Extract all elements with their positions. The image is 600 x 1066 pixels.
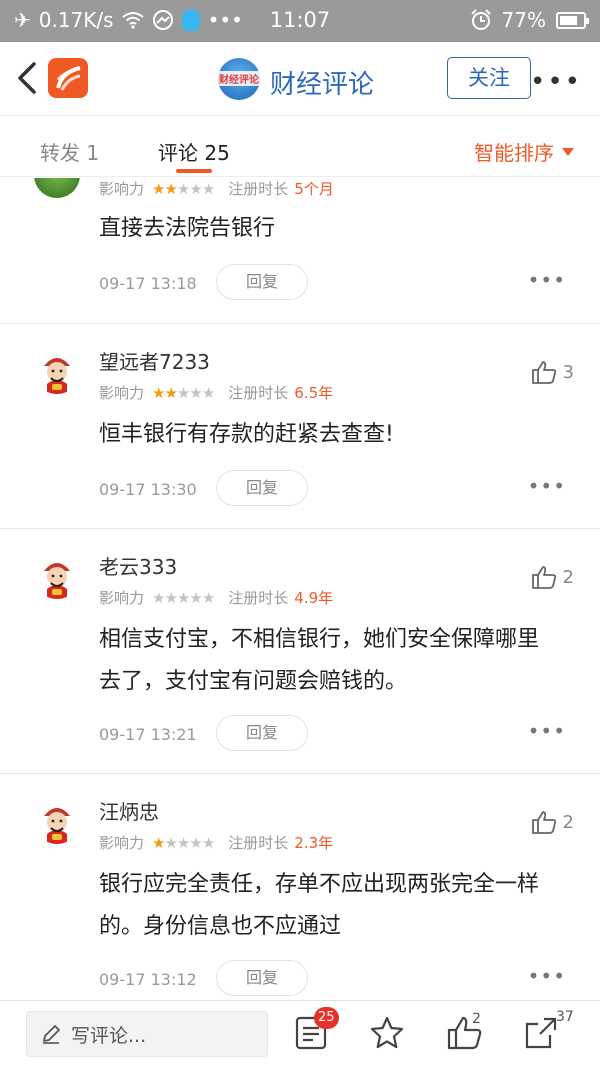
channel-title[interactable]: 财经评论: [270, 64, 374, 101]
share-icon[interactable]: [524, 1015, 558, 1051]
register-duration: 4.9年: [294, 589, 334, 607]
comment-text: 直接去法院告银行: [99, 216, 276, 241]
user-name[interactable]: 老云333: [99, 551, 177, 580]
comment-more-icon[interactable]: •••: [528, 719, 566, 743]
user-avatar[interactable]: [34, 798, 80, 844]
back-arrow-icon[interactable]: [14, 60, 44, 96]
user-name[interactable]: 望远者7233: [99, 346, 210, 375]
star-empty-icon: ★: [176, 383, 190, 402]
comment-more-icon[interactable]: •••: [528, 964, 566, 988]
write-comment-placeholder: 写评论...: [71, 1024, 147, 1047]
sort-label: 智能排序: [474, 141, 554, 165]
influence-stars: ★★★★★: [152, 179, 215, 198]
user-avatar[interactable]: [34, 348, 80, 394]
active-tab-indicator: [176, 169, 212, 173]
user-meta: 影响力 ★★★★★ 注册时长 5个月: [99, 179, 334, 199]
write-comment-input[interactable]: 写评论...: [26, 1011, 268, 1057]
comment-time: 09-17 13:18: [99, 274, 197, 293]
comment-more-icon[interactable]: •••: [528, 474, 566, 498]
top-nav: 财经评论 财经评论 关注 •••: [0, 42, 600, 116]
star-empty-icon: ★: [176, 588, 190, 607]
comment-count-badge: 25: [314, 1007, 339, 1029]
like-button[interactable]: 2: [531, 810, 574, 834]
user-meta: 影响力 ★★★★★ 注册时长 6.5年: [99, 383, 334, 403]
battery-percent: 77%: [501, 8, 546, 32]
like-button[interactable]: 2: [531, 565, 574, 589]
like-button[interactable]: 3: [531, 360, 574, 384]
influence-stars: ★★★★★: [152, 383, 215, 402]
comment-text: 恒丰银行有存款的赶紧去查查!: [99, 422, 394, 447]
user-avatar[interactable]: [34, 178, 80, 198]
star-empty-icon: ★: [189, 383, 202, 402]
influence-stars: ★★★★★: [152, 833, 215, 852]
star-empty-icon: ★: [201, 588, 215, 607]
thumbs-up-icon: [531, 566, 556, 589]
caret-down-icon: [562, 147, 574, 156]
reply-button[interactable]: 回复: [216, 264, 308, 300]
reply-button[interactable]: 回复: [216, 470, 308, 506]
favorite-star-icon[interactable]: [369, 1015, 405, 1051]
user-meta: 影响力 ★★★★★ 注册时长 2.3年: [99, 833, 334, 853]
comment-time: 09-17 13:30: [99, 480, 197, 499]
more-options-icon[interactable]: •••: [530, 67, 582, 97]
star-filled-icon: ★: [152, 833, 165, 852]
user-name[interactable]: 汪炳忠: [99, 796, 159, 825]
battery-icon: [556, 11, 589, 29]
star-empty-icon: ★: [189, 833, 202, 852]
star-filled-icon: ★: [152, 383, 165, 402]
pencil-icon: [43, 1025, 60, 1044]
comment-list[interactable]: 影响力 ★★★★★ 注册时长 5个月 直接去法院告银行 09-17 13:18 …: [0, 178, 600, 998]
star-filled-icon: ★: [164, 179, 177, 198]
like-count: 2: [562, 566, 574, 588]
reply-button[interactable]: 回复: [216, 715, 308, 751]
comment-item: 影响力 ★★★★★ 注册时长 5个月 直接去法院告银行 09-17 13:18 …: [0, 178, 600, 324]
star-empty-icon: ★: [189, 179, 202, 198]
comment-time: 09-17 13:12: [99, 970, 197, 989]
bottom-action-bar: 写评论... 25 2 37: [0, 1000, 600, 1066]
comment-item: 望远者7233 影响力 ★★★★★ 注册时长 6.5年 3 恒丰银行有存款的赶紧…: [0, 324, 600, 529]
influence-stars: ★★★★★: [152, 588, 215, 607]
follow-button[interactable]: 关注: [447, 57, 531, 99]
user-avatar[interactable]: [34, 553, 80, 599]
channel-avatar[interactable]: 财经评论: [218, 58, 260, 100]
star-empty-icon: ★: [176, 179, 190, 198]
star-empty-icon: ★: [189, 588, 202, 607]
star-filled-icon: ★: [164, 383, 177, 402]
star-filled-icon: ★: [152, 179, 165, 198]
star-empty-icon: ★: [201, 383, 215, 402]
tab-comments[interactable]: 评论 25: [158, 137, 230, 166]
star-empty-icon: ★: [201, 833, 215, 852]
comment-text: 银行应完全责任，存单不应出现两张完全一样的。身份信息也不应通过: [99, 872, 540, 939]
star-empty-icon: ★: [176, 833, 190, 852]
like-count-total: 2: [472, 1011, 481, 1027]
app-logo-icon[interactable]: [48, 58, 88, 98]
star-empty-icon: ★: [164, 833, 177, 852]
comment-time: 09-17 13:21: [99, 725, 197, 744]
star-empty-icon: ★: [152, 588, 165, 607]
share-count: 37: [556, 1009, 574, 1025]
channel-avatar-text: 财经评论: [218, 71, 260, 86]
thumbs-up-icon: [531, 361, 556, 384]
tab-repost[interactable]: 转发 1: [40, 137, 99, 166]
star-empty-icon: ★: [201, 179, 215, 198]
user-meta: 影响力 ★★★★★ 注册时长 4.9年: [99, 588, 334, 608]
star-empty-icon: ★: [164, 588, 177, 607]
comment-item: 汪炳忠 影响力 ★★★★★ 注册时长 2.3年 2 银行应完全责任，存单不应出现…: [0, 774, 600, 998]
tab-bar: 转发 1 评论 25 智能排序: [0, 117, 600, 177]
like-count: 3: [562, 361, 574, 383]
thumbs-up-icon: [531, 811, 556, 834]
like-count: 2: [562, 811, 574, 833]
reply-button[interactable]: 回复: [216, 960, 308, 996]
alarm-icon: [470, 9, 491, 30]
comment-more-icon[interactable]: •••: [528, 268, 566, 292]
register-duration: 2.3年: [294, 834, 334, 852]
comment-item: 老云333 影响力 ★★★★★ 注册时长 4.9年 2 相信支付宝，不相信银行，…: [0, 529, 600, 774]
comment-text: 相信支付宝，不相信银行，她们安全保障哪里去了，支付宝有问题会赔钱的。: [99, 627, 540, 694]
register-duration: 5个月: [294, 180, 334, 198]
status-bar: ✈ 0.17K/s ••• 11:07 77%: [0, 0, 600, 42]
sort-dropdown[interactable]: 智能排序: [474, 137, 574, 166]
register-duration: 6.5年: [294, 384, 334, 402]
